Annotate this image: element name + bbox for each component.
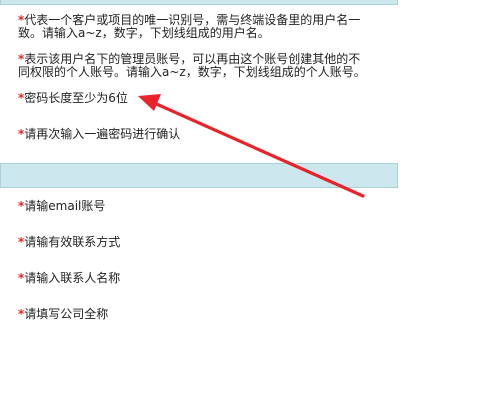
- hint-password-length-text: 密码长度至少为6位: [24, 91, 128, 105]
- hint-customer-id-text: 代表一个客户或项目的唯一识别号，需与终端设备里的用户名一 致。请输入a~z，数字…: [18, 13, 361, 40]
- hint-company-name-text: 请填写公司全称: [24, 307, 109, 321]
- hint-email-text: 请输email账号: [24, 199, 106, 213]
- hint-contact-method: *请输有效联系方式: [18, 236, 366, 249]
- hint-admin-account-text: 表示该用户名下的管理员账号，可以再由这个账号创建其他的不 同权限的个人账号。请输…: [18, 52, 366, 79]
- registration-form-hints: *代表一个客户或项目的唯一识别号，需与终端设备里的用户名一 致。请输入a~z，数…: [0, 0, 486, 420]
- hint-password-length: *密码长度至少为6位: [18, 92, 366, 105]
- hint-contact-name-text: 请输入联系人名称: [24, 271, 121, 285]
- hint-contact-method-text: 请输有效联系方式: [24, 235, 121, 249]
- hint-company-name: *请填写公司全称: [18, 308, 366, 321]
- hint-password-confirm: *请再次输入一遍密码进行确认: [18, 128, 366, 141]
- hint-password-confirm-text: 请再次输入一遍密码进行确认: [24, 127, 181, 141]
- hint-customer-id: *代表一个客户或项目的唯一识别号，需与终端设备里的用户名一 致。请输入a~z，数…: [18, 14, 366, 40]
- section-header-bar-contact: [0, 163, 398, 188]
- hint-contact-name: *请输入联系人名称: [18, 272, 366, 285]
- section-header-bar-account: [0, 0, 398, 5]
- hint-email: *请输email账号: [18, 200, 366, 213]
- hint-admin-account: *表示该用户名下的管理员账号，可以再由这个账号创建其他的不 同权限的个人账号。请…: [18, 53, 366, 79]
